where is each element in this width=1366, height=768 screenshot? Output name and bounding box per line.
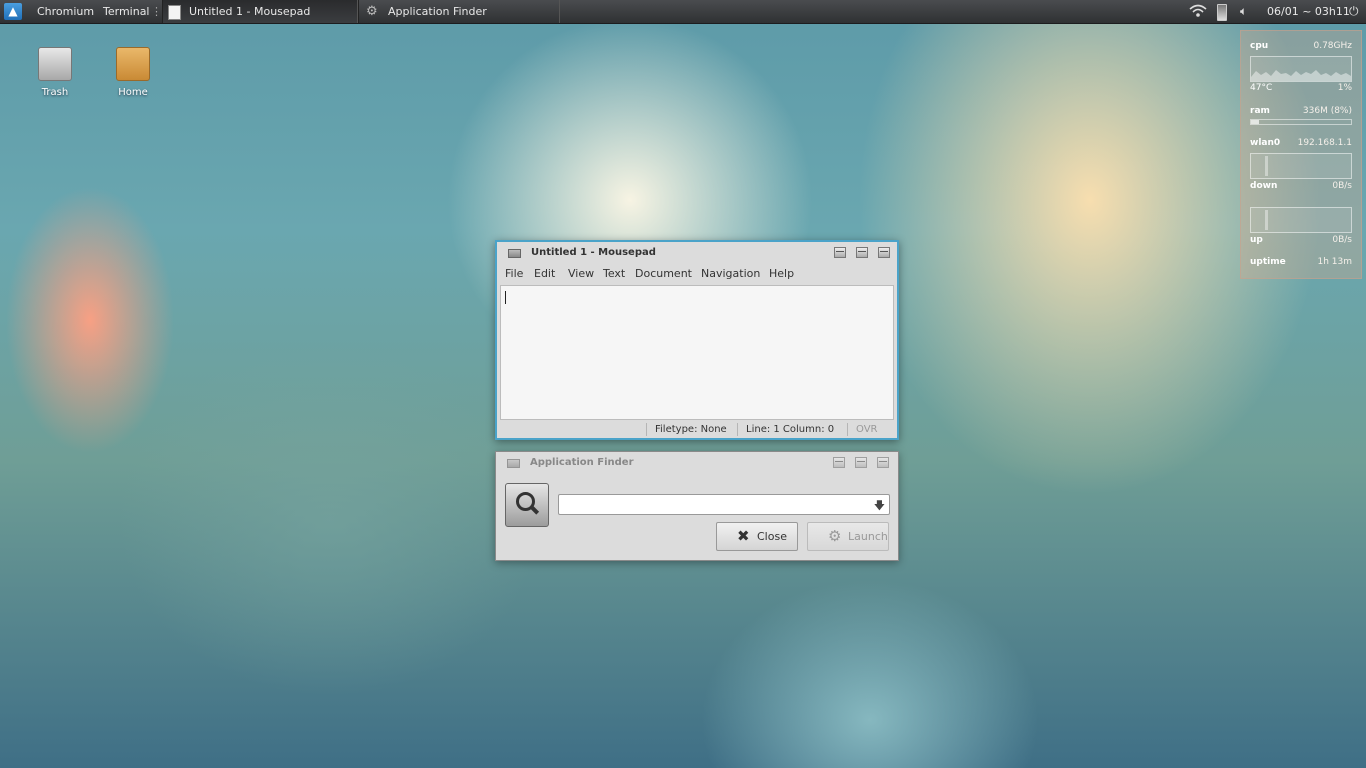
menu-document[interactable]: Document [635,264,692,284]
application-finder-window: Application Finder 🡇 ✖ Close ⚙ Launch [495,451,899,561]
minimize-button[interactable] [833,457,845,468]
close-finder-button[interactable]: ✖ Close [716,522,798,551]
power-icon[interactable]: ⏻ [1349,0,1359,23]
text-cursor [505,291,506,304]
menu-navigation[interactable]: Navigation [701,264,760,284]
close-button[interactable] [877,457,889,468]
up-value: 0B/s [1332,235,1352,245]
desktop-icon-trash[interactable]: Trash [25,47,85,98]
down-value: 0B/s [1332,181,1352,191]
cpu-label: cpu [1250,41,1269,51]
wifi-icon[interactable] [1189,0,1207,23]
launcher-chromium[interactable]: Chromium [37,0,94,23]
uptime-row: uptime 1h 13m [1250,256,1352,268]
upload-graph [1250,207,1352,233]
network-row: wlan0 192.168.1.1 [1250,137,1352,149]
mousepad-titlebar[interactable]: Untitled 1 - Mousepad [497,242,897,264]
ram-bar-fill [1251,120,1259,124]
text-editor-area[interactable] [500,285,894,420]
home-folder-icon [116,47,150,81]
down-label: down [1250,181,1278,191]
dropdown-arrow-icon[interactable]: 🡇 [874,497,885,516]
panel-handle-icon[interactable]: ⋮ [151,0,162,23]
menu-bar: File Edit View Text Document Navigation … [497,264,897,284]
ram-bar [1250,119,1352,125]
launch-button[interactable]: ⚙ Launch [807,522,889,551]
menu-edit[interactable]: Edit [534,264,555,284]
window-menu-icon[interactable] [507,459,520,468]
app-menu-button[interactable]: ▲ [4,3,22,20]
maximize-button[interactable] [856,247,868,258]
search-icon [505,483,549,527]
battery-icon[interactable] [1217,4,1227,21]
clock[interactable]: 06/01 ~ 03h11 [1267,0,1350,23]
task-mousepad[interactable]: Untitled 1 - Mousepad [162,0,358,23]
trash-icon [38,47,72,81]
cpu-row: cpu 0.78GHz [1250,40,1352,52]
window-title: Untitled 1 - Mousepad [531,247,656,258]
finder-titlebar[interactable]: Application Finder [496,452,898,474]
ram-label: ram [1250,106,1270,116]
status-separator [646,423,647,436]
mousepad-window: Untitled 1 - Mousepad File Edit View Tex… [495,240,899,440]
menu-text[interactable]: Text [603,264,625,284]
task-application-finder-label: Application Finder [388,5,487,18]
status-separator [737,423,738,436]
desktop-icon-home[interactable]: Home [103,47,163,98]
cpu-stats-row: 47°C 1% [1250,82,1352,94]
status-separator [847,423,848,436]
menu-help[interactable]: Help [769,264,794,284]
gears-icon: ⚙ [828,527,842,545]
top-panel: ▲ Chromium Terminal ⋮ Untitled 1 - Mouse… [0,0,1366,24]
uptime-value: 1h 13m [1317,257,1352,267]
maximize-button[interactable] [855,457,867,468]
cursor-position-status: Line: 1 Column: 0 [746,424,835,435]
close-icon: ✖ [737,527,750,545]
filetype-status[interactable]: Filetype: None [655,421,727,438]
cpu-usage: 1% [1337,83,1352,93]
window-menu-icon[interactable] [508,249,521,258]
text-editor-icon [168,5,181,20]
arch-logo-icon: ▲ [8,4,18,18]
system-monitor-widget: cpu 0.78GHz 47°C 1% ram 336M (8%) wlan0 … [1240,30,1362,279]
gears-icon: ⚙ [366,4,378,19]
application-search-input[interactable]: 🡇 [558,494,890,515]
menu-view[interactable]: View [568,264,594,284]
cpu-graph [1250,56,1352,82]
desktop-icon-label: Home [118,87,148,98]
download-graph [1250,153,1352,179]
up-label: up [1250,235,1263,245]
overwrite-mode-status: OVR [856,424,878,435]
down-row: down 0B/s [1250,180,1352,192]
cpu-temperature: 47°C [1250,83,1273,93]
close-button[interactable] [878,247,890,258]
minimize-button[interactable] [834,247,846,258]
ram-row: ram 336M (8%) [1250,105,1352,117]
task-application-finder[interactable]: ⚙ Application Finder [358,0,560,23]
ram-value: 336M (8%) [1302,106,1352,116]
network-interface: wlan0 [1250,138,1281,148]
launcher-terminal[interactable]: Terminal [103,0,150,23]
task-mousepad-label: Untitled 1 - Mousepad [189,5,311,18]
window-title: Application Finder [530,457,634,468]
menu-file[interactable]: File [505,264,523,284]
uptime-label: uptime [1250,257,1286,267]
desktop-icon-label: Trash [41,87,69,98]
status-bar: Filetype: None Line: 1 Column: 0 OVR [497,421,897,438]
up-row: up 0B/s [1250,234,1352,246]
network-ip: 192.168.1.1 [1297,138,1352,148]
cpu-frequency: 0.78GHz [1313,41,1352,51]
volume-icon[interactable]: 🔈︎ [1240,0,1247,23]
